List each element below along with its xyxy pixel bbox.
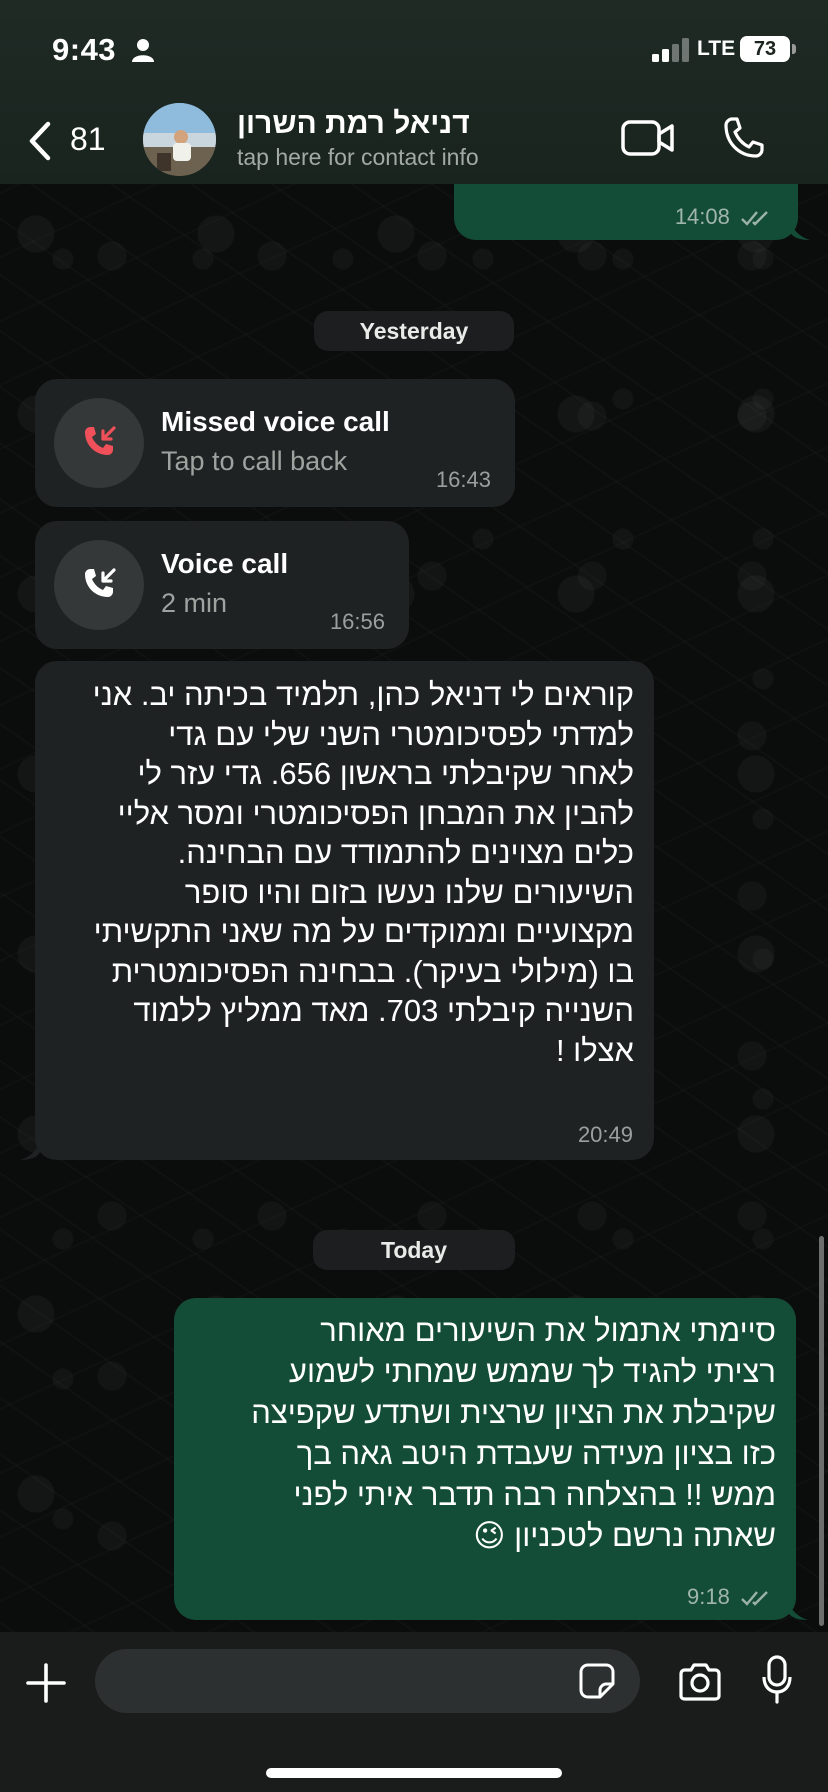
missed-call-bubble[interactable]: Missed voice call Tap to call back 16:43 [35, 379, 515, 507]
phone-icon[interactable] [720, 116, 764, 160]
scrollbar[interactable] [819, 1236, 824, 1626]
status-time: 9:43 [52, 32, 117, 67]
voice-call-icon-circle [54, 540, 144, 630]
message-text: קוראים לי דניאל כהן, תלמיד בכיתה יב. אני… [92, 677, 634, 1068]
battery-indicator: 73 [740, 36, 790, 62]
chat-header: 9:43 LTE 73 81 דניאל רמת השרון tap here … [0, 0, 828, 184]
sticker-icon[interactable] [578, 1662, 616, 1700]
network-type: LTE [697, 37, 736, 60]
message-bubble-incoming[interactable]: קוראים לי דניאל כהן, תלמיד בכיתה יב. אני… [35, 661, 654, 1160]
cellular-signal-icon [652, 38, 689, 62]
bubble-tail-outgoing [788, 1602, 808, 1620]
microphone-icon[interactable] [762, 1655, 792, 1705]
incoming-call-icon [85, 568, 116, 597]
contact-name[interactable]: דניאל רמת השרון [237, 107, 470, 141]
avatar-photo [143, 103, 216, 176]
bubble-tail-incoming [20, 1142, 40, 1160]
missed-call-icon [85, 426, 116, 455]
missed-call-icon-circle [54, 398, 144, 488]
message-time: 20:49 [577, 1122, 633, 1147]
battery-tip [792, 44, 796, 54]
message-time: 14:08 [674, 204, 730, 229]
message-input-bar [0, 1632, 828, 1792]
call-title: Voice call [161, 548, 289, 579]
message-time: 16:56 [329, 609, 385, 634]
message-text: סיימתי אתמול את השיעורים מאוחר רציתי להג… [251, 1313, 776, 1553]
message-time: 16:43 [435, 467, 491, 492]
call-subtitle[interactable]: Tap to call back [161, 446, 347, 477]
home-indicator [266, 1768, 562, 1778]
read-ticks-icon [741, 1591, 768, 1606]
contact-info-hint[interactable]: tap here for contact info [237, 144, 479, 171]
message-list[interactable]: 14:08 Yesterday Missed voice call Tap to… [0, 0, 828, 1632]
message-meta: 14:08 [675, 204, 774, 230]
call-subtitle: 2 min [161, 588, 228, 618]
voice-call-bubble[interactable]: Voice call 2 min 16:56 [35, 521, 409, 649]
call-title: Missed voice call [161, 406, 390, 437]
date-separator-today: Today [313, 1230, 515, 1270]
plus-icon[interactable] [25, 1662, 67, 1704]
chevron-left-icon[interactable] [26, 120, 54, 162]
avatar[interactable] [143, 103, 216, 176]
status-bar: 9:43 LTE 73 [0, 30, 828, 70]
person-icon [132, 39, 154, 62]
back-unread-count[interactable]: 81 [70, 121, 106, 158]
camera-icon[interactable] [677, 1662, 723, 1702]
message-time: 9:18 [687, 1584, 730, 1609]
date-separator-yesterday: Yesterday [314, 311, 514, 351]
video-camera-icon[interactable] [621, 118, 675, 158]
read-ticks-icon [741, 211, 768, 226]
message-meta: 9:18 [687, 1584, 774, 1610]
message-bubble-outgoing[interactable]: סיימתי אתמול את השיעורים מאוחר רציתי להג… [174, 1298, 796, 1620]
bubble-tail-outgoing [790, 222, 810, 240]
message-input[interactable] [95, 1649, 640, 1713]
